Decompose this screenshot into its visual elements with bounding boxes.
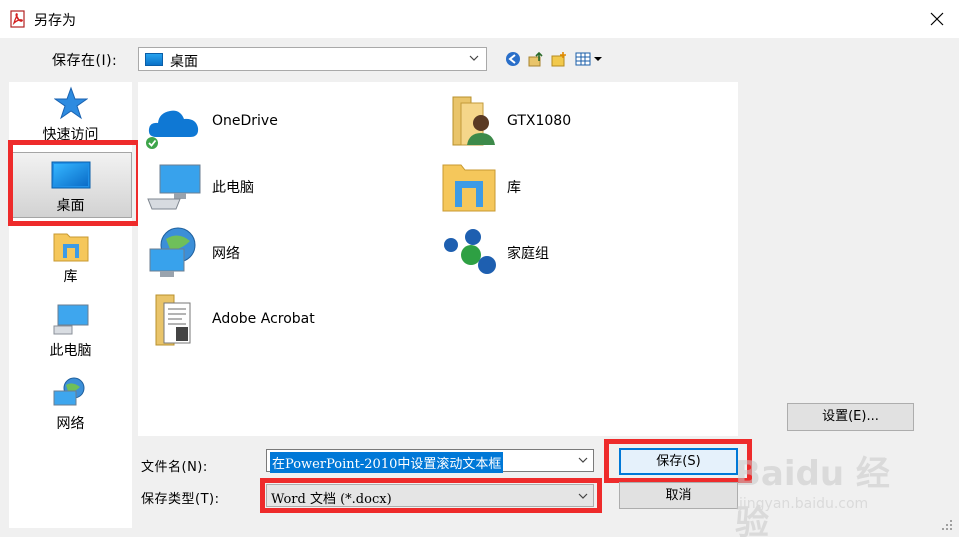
places-item-network[interactable]: 网络: [9, 377, 132, 437]
back-icon: [506, 52, 520, 66]
chevron-down-icon: [577, 490, 589, 506]
places-item-label: 网络: [56, 416, 85, 432]
close-button[interactable]: [922, 6, 952, 32]
baidu-watermark: Baidu 经验 jingyan.baidu.com: [735, 446, 915, 537]
cancel-button[interactable]: 取消: [619, 482, 738, 509]
file-item-gtx1080[interactable]: GTX1080: [441, 93, 571, 149]
lookin-combo[interactable]: 桌面: [138, 47, 487, 71]
file-item-library[interactable]: 库: [441, 159, 521, 215]
homegroup-icon: [441, 225, 497, 281]
computer-icon: [146, 159, 202, 215]
desktop-icon: [145, 53, 163, 66]
up-folder-button[interactable]: [527, 50, 545, 68]
file-item-label: GTX1080: [507, 113, 572, 129]
settings-button[interactable]: 设置(E)...: [787, 403, 914, 431]
filetype-select[interactable]: Word 文档 (*.docx): [266, 484, 594, 507]
places-item-label: 库: [63, 269, 78, 285]
folder-icon: [146, 291, 202, 347]
resize-grip-icon[interactable]: [940, 518, 954, 536]
library-icon: [53, 233, 88, 262]
filetype-label: 保存类型(T):: [141, 492, 220, 507]
filename-label: 文件名(N):: [141, 460, 208, 475]
chevron-down-icon: [468, 52, 480, 68]
file-item-this-pc[interactable]: 此电脑: [146, 159, 254, 215]
view-menu-icon: [575, 52, 602, 66]
filename-value: 在PowerPoint-2010中设置滚动文本框: [270, 452, 504, 473]
user-folder-icon: [441, 93, 497, 149]
library-icon: [441, 159, 497, 215]
close-icon: [930, 12, 944, 26]
places-item-label: 桌面: [56, 198, 85, 214]
desktop-icon: [51, 161, 90, 189]
file-item-adobe-acrobat[interactable]: Adobe Acrobat: [146, 291, 315, 347]
file-item-onedrive[interactable]: OneDrive: [146, 93, 278, 149]
filename-input[interactable]: 在PowerPoint-2010中设置滚动文本框: [266, 449, 594, 473]
places-item-quick-access[interactable]: 快速访问: [9, 86, 132, 146]
file-item-label: Adobe Acrobat: [212, 311, 315, 327]
chevron-down-icon[interactable]: [577, 454, 589, 470]
title-bar: 另存为: [0, 0, 959, 38]
places-item-label: 此电脑: [49, 343, 92, 359]
filetype-value: Word 文档 (*.docx): [271, 492, 392, 507]
places-item-label: 快速访问: [42, 127, 99, 143]
pdf-app-icon: [9, 10, 27, 28]
file-item-label: 此电脑: [212, 180, 254, 196]
onedrive-icon: [146, 93, 202, 149]
star-icon: [53, 86, 88, 120]
places-item-library[interactable]: 库: [9, 230, 132, 290]
lookin-label: 保存在(I):: [52, 53, 118, 69]
file-item-label: 库: [507, 180, 521, 196]
watermark-brand: Baidu 经验: [735, 454, 890, 537]
new-folder-button[interactable]: [550, 50, 568, 68]
lookin-value: 桌面: [170, 54, 198, 70]
file-item-label: OneDrive: [212, 113, 278, 129]
dialog-client-area: 保存在(I): 桌面 快速访问 桌面 库 此电脑 网络 OneDrive GTX…: [0, 38, 959, 537]
network-icon: [146, 225, 202, 281]
places-item-desktop[interactable]: 桌面: [9, 152, 132, 218]
file-list: OneDrive GTX1080 此电脑 库 网络 家庭组 Adobe Acro…: [138, 82, 738, 436]
watermark-url: jingyan.baidu.com: [739, 496, 869, 512]
computer-icon: [53, 304, 88, 335]
file-item-homegroup[interactable]: 家庭组: [441, 225, 549, 281]
places-item-this-pc[interactable]: 此电脑: [9, 304, 132, 364]
view-menu-button[interactable]: [574, 50, 604, 68]
window-title: 另存为: [34, 13, 76, 29]
file-item-label: 家庭组: [507, 246, 549, 262]
save-button[interactable]: 保存(S): [619, 448, 738, 475]
network-icon: [53, 377, 84, 406]
places-bar: 快速访问 桌面 库 此电脑 网络: [9, 82, 132, 528]
back-button[interactable]: [504, 50, 522, 68]
up-folder-icon: [528, 51, 543, 67]
new-folder-icon: [551, 52, 566, 67]
file-item-network[interactable]: 网络: [146, 225, 240, 281]
file-item-label: 网络: [212, 246, 240, 262]
